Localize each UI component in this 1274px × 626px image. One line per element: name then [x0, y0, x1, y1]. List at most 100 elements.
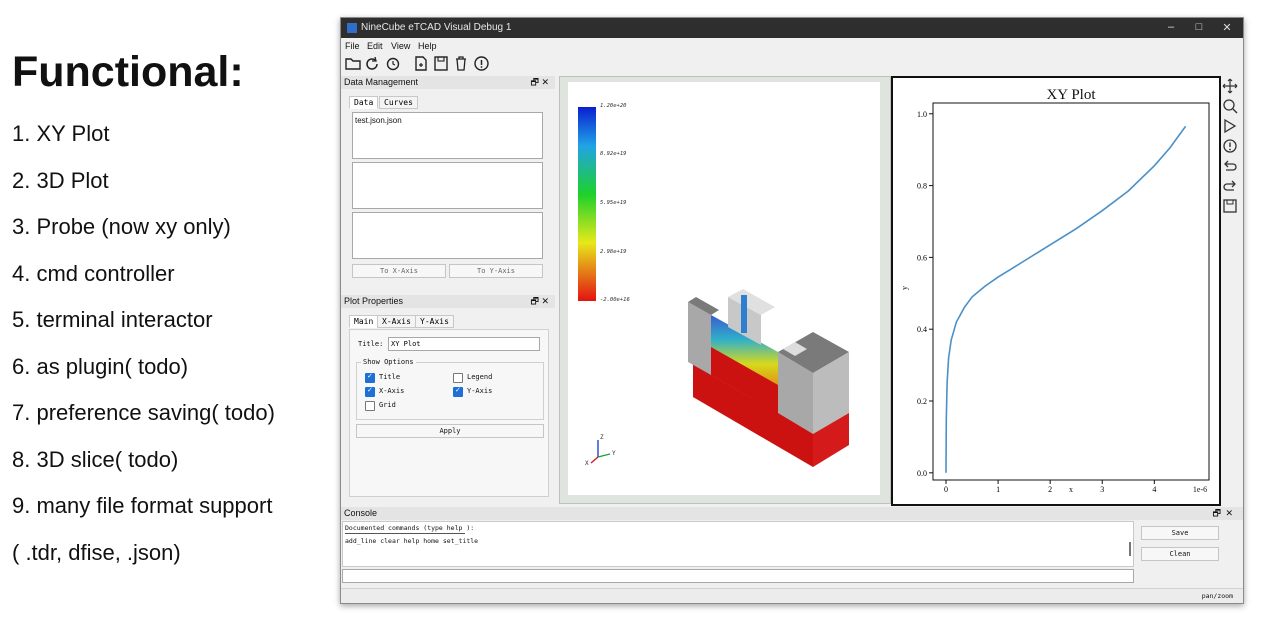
float-button[interactable]: 🗗: [531, 76, 539, 89]
feature-list: 1. XY Plot 2. 3D Plot 3. Probe (now xy o…: [12, 118, 275, 583]
to-y-axis-button[interactable]: To Y-Axis: [449, 264, 543, 278]
properties-main-panel: Title: XY Plot Show Options Title Legend…: [349, 329, 549, 497]
y-tick-group: 0.0 0.2 0.4 0.6 0.8 1.0: [917, 110, 933, 478]
tab-curves[interactable]: Curves: [379, 96, 418, 109]
redo-icon[interactable]: [1222, 178, 1238, 194]
minimize-button[interactable]: –: [1161, 21, 1181, 33]
orientation-axes: [590, 440, 611, 464]
colorbar-gradient: [578, 107, 596, 301]
to-x-axis-button[interactable]: To X-Axis: [352, 264, 446, 278]
menu-help[interactable]: Help: [418, 41, 437, 51]
x-axis-checkbox[interactable]: [365, 386, 375, 397]
menu-edit[interactable]: Edit: [367, 41, 383, 51]
window-title: NineCube eTCAD Visual Debug 1: [361, 22, 512, 33]
close-pane-button[interactable]: ✕: [541, 76, 549, 89]
tab-data[interactable]: Data: [349, 96, 379, 109]
y-axis-checkbox[interactable]: [453, 386, 463, 397]
x-tick-label: 3: [1100, 485, 1104, 494]
menu-view[interactable]: View: [391, 41, 410, 51]
view-3d-panel[interactable]: 1.20e+20 8.92e+19 5.95e+19 2.98e+19 -2.0…: [559, 76, 891, 504]
close-pane-button[interactable]: ✕: [1225, 507, 1233, 520]
console-pane: Console 🗗 ✕ Documented commands (type he…: [341, 507, 1243, 587]
legend-checkbox[interactable]: [453, 373, 463, 383]
x-tick-label: 4: [1152, 485, 1156, 494]
x-tick-label: 1: [996, 485, 1000, 494]
x-tick-label: 2: [1048, 485, 1052, 494]
grid-option-label: Grid: [379, 401, 396, 409]
colorbar-label: -2.00e+16: [600, 297, 630, 303]
menu-file[interactable]: File: [345, 41, 360, 51]
save-button[interactable]: Save: [1141, 526, 1219, 540]
axis-label-x: X: [585, 460, 589, 467]
reload-icon[interactable]: [385, 56, 401, 72]
console-output[interactable]: Documented commands (type help ): add_li…: [342, 521, 1134, 567]
menu-bar: File Edit View Help: [341, 38, 1243, 53]
title-checkbox[interactable]: [365, 372, 375, 383]
y-tick-label: 0.6: [917, 253, 927, 262]
colorbar: [578, 107, 596, 301]
maximize-button[interactable]: □: [1189, 21, 1209, 33]
apply-button[interactable]: Apply: [356, 424, 544, 438]
float-button[interactable]: 🗗: [1213, 507, 1221, 520]
x-axis-option-label: X-Axis: [379, 387, 405, 395]
pane-title-bar: Plot Properties 🗗 ✕: [341, 295, 555, 308]
list-item[interactable]: test.json.json: [353, 113, 542, 128]
title-option-label: Title: [379, 373, 401, 381]
save-icon[interactable]: [433, 55, 449, 72]
xy-plot-panel[interactable]: XY Plot 0 1 2 3 4 0.0 0.2 0.4 0.6 0.8 1.0 x y 1e-…: [891, 76, 1221, 506]
y-tick-label: 0.8: [917, 182, 927, 191]
select-arrow-icon[interactable]: [1222, 118, 1238, 134]
info-icon[interactable]: [473, 55, 490, 72]
series-line: [945, 125, 1187, 473]
x-data-list: [352, 162, 543, 209]
feature-item: 1. XY Plot: [12, 121, 110, 146]
float-button[interactable]: 🗗: [531, 295, 539, 308]
plot-tools: [1220, 76, 1242, 236]
close-button[interactable]: ✕: [1217, 21, 1237, 34]
delete-icon[interactable]: [453, 55, 469, 72]
tab-y-axis[interactable]: Y-Axis: [415, 315, 454, 328]
data-management-pane: Data Management 🗗 ✕ Data Curves test.jso…: [341, 76, 555, 294]
title-label: Title:: [358, 340, 384, 348]
pan-icon[interactable]: [1222, 78, 1238, 94]
x-axis-label: x: [1069, 485, 1073, 494]
pane-title: Plot Properties: [344, 296, 404, 306]
colorbar-label: 2.98e+19: [600, 249, 627, 255]
device-3d-model: [688, 289, 849, 467]
tab-main[interactable]: Main: [349, 315, 379, 328]
app-logo-icon: [347, 23, 357, 33]
y-tick-label: 0.0: [917, 469, 927, 478]
plot-title: XY Plot: [1046, 87, 1096, 103]
plot-axes-frame: [932, 102, 1210, 481]
slide-heading: Functional:: [12, 48, 244, 96]
console-scrollbar[interactable]: [1129, 542, 1131, 556]
gate-contact: [741, 295, 747, 333]
colorbar-label: 8.92e+19: [600, 151, 627, 157]
info-icon[interactable]: [1222, 138, 1238, 154]
y-tick-label: 1.0: [917, 110, 927, 119]
save-icon[interactable]: [1222, 198, 1238, 214]
refresh-icon[interactable]: [365, 56, 381, 72]
export-icon[interactable]: [413, 55, 429, 72]
y-tick-label: 0.4: [917, 325, 927, 334]
undo-icon[interactable]: [1222, 158, 1238, 174]
xy-plot-canvas[interactable]: XY Plot 0 1 2 3 4 0.0 0.2 0.4 0.6 0.8 1.0 x y 1e-…: [893, 78, 1219, 504]
toolbar: [341, 53, 1243, 75]
plot-title-input[interactable]: XY Plot: [388, 337, 540, 351]
feature-item: 9. many file format support: [12, 493, 273, 518]
clean-button[interactable]: Clean: [1141, 547, 1219, 561]
show-options-label: Show Options: [361, 358, 416, 366]
tab-x-axis[interactable]: X-Axis: [377, 315, 416, 328]
feature-item: 2. 3D Plot: [12, 167, 109, 193]
y-axis-line: [597, 453, 611, 458]
view-3d-canvas[interactable]: 1.20e+20 8.92e+19 5.95e+19 2.98e+19 -2.0…: [568, 82, 880, 495]
close-pane-button[interactable]: ✕: [541, 295, 549, 308]
grid-checkbox[interactable]: [365, 401, 375, 411]
open-folder-icon[interactable]: [345, 56, 361, 70]
x-axis-line: [590, 456, 599, 464]
zoom-icon[interactable]: [1222, 98, 1238, 114]
console-input[interactable]: [342, 569, 1134, 583]
feature-item: 6. as plugin( todo): [12, 353, 189, 379]
feature-item: ( .tdr, dfise, .json): [12, 539, 181, 565]
status-mode: pan/zoom: [1201, 592, 1233, 600]
